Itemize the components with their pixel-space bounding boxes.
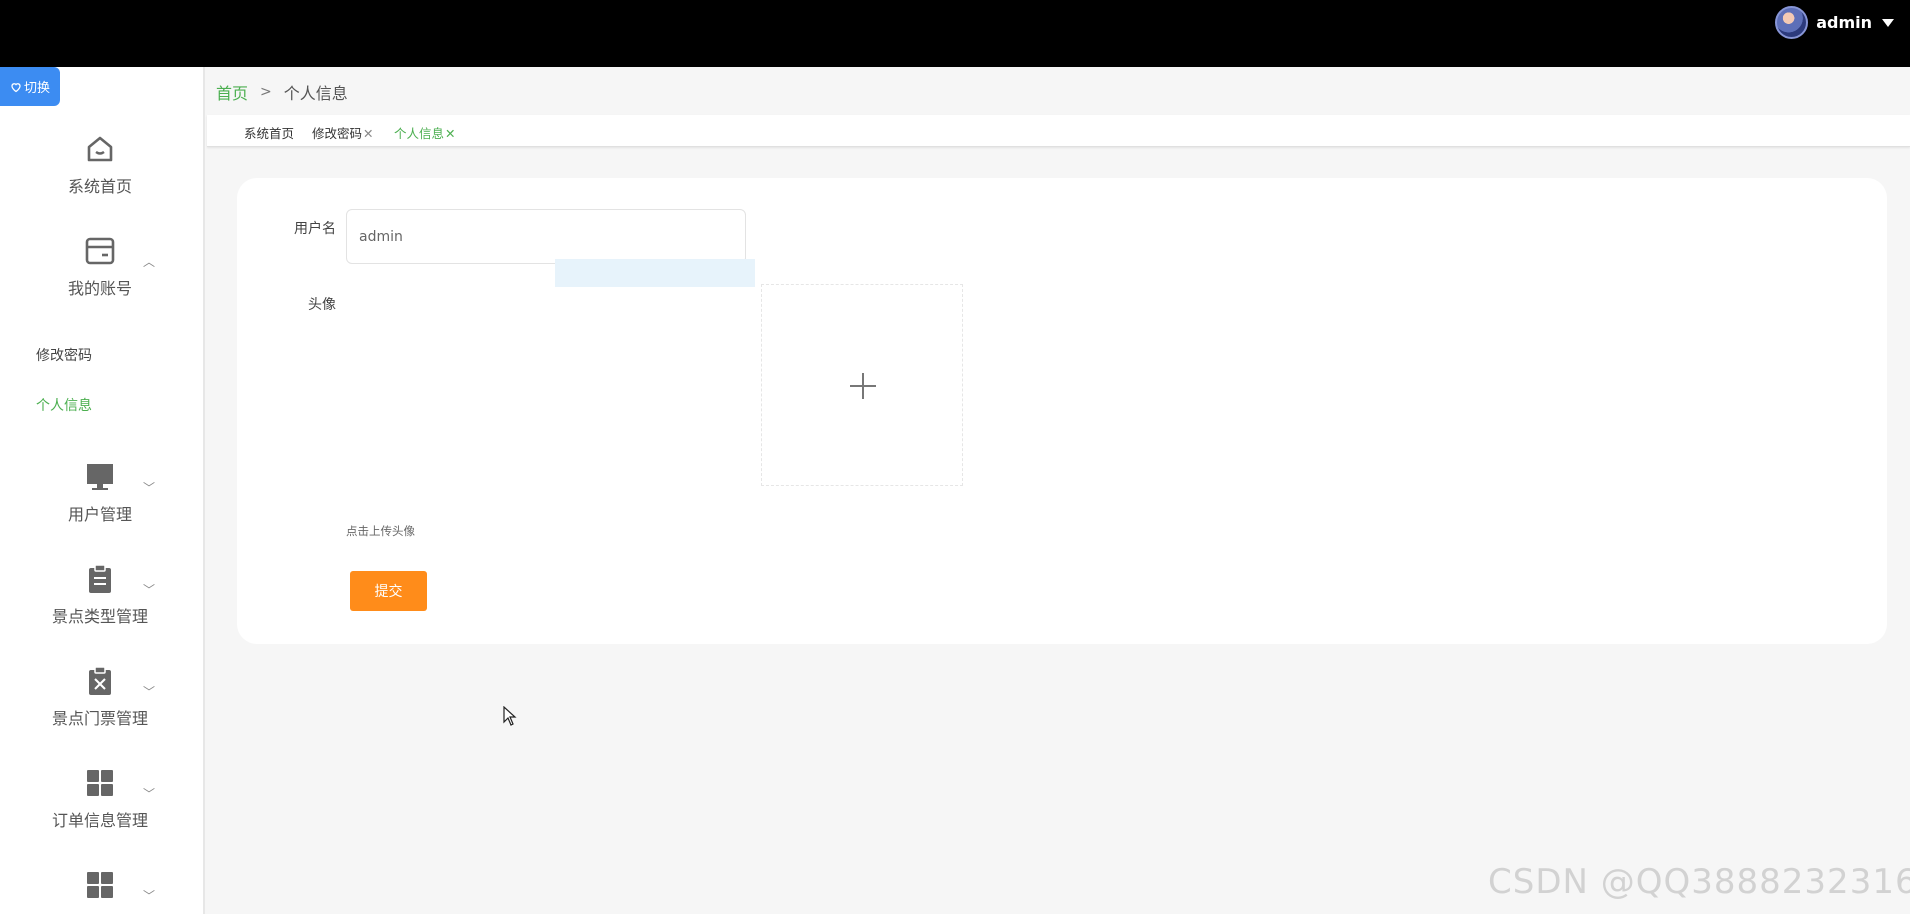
avatar[interactable]	[1775, 6, 1809, 39]
breadcrumb-home[interactable]: 首页	[216, 80, 248, 104]
main-content: 首页 > 个人信息 系统首页 修改密码✕ 个人信息✕ 用户名 头像 点击上传头像…	[207, 67, 1910, 914]
sidebar-item-label: 景点门票管理	[51, 709, 148, 728]
caret-down-icon[interactable]	[1882, 18, 1894, 27]
upload-hint: 点击上传头像	[346, 524, 415, 538]
avatar-label: 头像	[308, 297, 336, 313]
monitor-icon	[87, 464, 113, 490]
heart-icon	[11, 82, 21, 92]
grid-icon	[87, 872, 113, 898]
sidebar-item-user-management[interactable]: 用户管理 ﹀	[0, 461, 203, 541]
breadcrumb: 首页 > 个人信息	[216, 80, 348, 104]
card-icon	[85, 237, 115, 265]
tab-change-password[interactable]: 修改密码✕	[312, 123, 374, 142]
submit-button[interactable]: 提交	[350, 571, 427, 611]
home-icon	[87, 136, 113, 162]
breadcrumb-separator: >	[260, 84, 272, 100]
close-icon[interactable]: ✕	[445, 126, 455, 141]
top-bar: admin	[0, 0, 1910, 67]
sidebar-item-label: 景点类型管理	[51, 607, 148, 626]
watermark: CSDN @QQ3888232316	[1488, 862, 1910, 902]
mouse-cursor-icon	[503, 706, 517, 726]
tab-label: 个人信息	[394, 126, 445, 141]
close-icon[interactable]: ✕	[363, 126, 373, 141]
sidebar-item-label: 系统首页	[67, 177, 132, 196]
username-label: 用户名	[294, 221, 336, 237]
grid-icon	[87, 770, 113, 796]
tab-system-home[interactable]: 系统首页	[244, 123, 294, 142]
profile-form-card: 用户名 头像 点击上传头像 提交	[237, 178, 1887, 644]
tab-label: 系统首页	[244, 126, 295, 141]
chevron-down-icon: ﹀	[143, 889, 156, 903]
chevron-up-icon: ︿	[143, 255, 156, 269]
sidebar-item-order-management[interactable]: 订单信息管理 ﹀	[0, 767, 203, 847]
breadcrumb-current: 个人信息	[283, 84, 348, 103]
chevron-down-icon: ﹀	[143, 685, 156, 699]
chevron-down-icon: ﹀	[143, 481, 156, 495]
tab-personal-info[interactable]: 个人信息✕	[394, 123, 456, 142]
drag-highlight	[555, 259, 755, 287]
chevron-down-icon: ﹀	[143, 583, 156, 597]
clipboard-x-icon	[89, 666, 111, 695]
sidebar: 切换 系统首页 我的账号 ︿ 修改密码 个人信息 用户管理 ﹀ 景点类型管理 ﹀…	[0, 67, 205, 914]
plus-icon-vertical	[862, 373, 864, 399]
switch-label: 切换	[23, 81, 50, 96]
sidebar-item-more[interactable]: ﹀	[0, 869, 203, 914]
sidebar-item-home[interactable]: 系统首页	[0, 133, 203, 213]
submenu-item-change-password[interactable]: 修改密码	[36, 345, 92, 365]
sidebar-item-label: 我的账号	[67, 279, 132, 298]
sidebar-item-ticket-management[interactable]: 景点门票管理 ﹀	[0, 665, 203, 745]
username-label[interactable]: admin	[1816, 13, 1872, 32]
chevron-down-icon: ﹀	[143, 787, 156, 801]
clipboard-icon	[89, 564, 111, 593]
avatar-upload[interactable]	[761, 284, 963, 486]
submenu-item-personal-info[interactable]: 个人信息	[36, 395, 92, 415]
sidebar-item-label: 用户管理	[67, 505, 132, 524]
sidebar-item-my-account[interactable]: 我的账号 ︿	[0, 235, 203, 315]
switch-button[interactable]: 切换	[0, 67, 60, 106]
sidebar-item-label: 订单信息管理	[51, 811, 148, 830]
sidebar-item-scenic-type-management[interactable]: 景点类型管理 ﹀	[0, 563, 203, 643]
tab-label: 修改密码	[312, 126, 363, 141]
username-input[interactable]	[346, 209, 746, 264]
tag-bar: 系统首页 修改密码✕ 个人信息✕	[207, 115, 1910, 147]
user-menu[interactable]: admin	[1775, 6, 1894, 39]
